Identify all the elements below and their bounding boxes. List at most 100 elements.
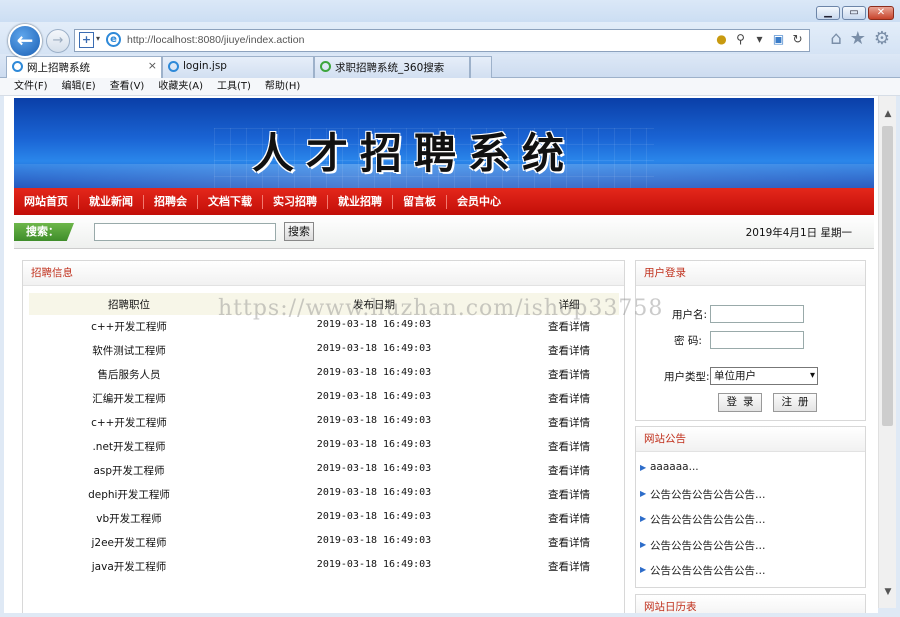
view-details-link[interactable]: 查看详情 (509, 463, 629, 478)
job-position[interactable]: java开发工程师 (29, 559, 229, 574)
nav-internship[interactable]: 实习招聘 (263, 194, 328, 209)
page-scrollbar[interactable]: ▲ ▼ (878, 96, 896, 608)
notice-text[interactable]: 公告公告公告公告公告… (650, 540, 766, 552)
view-details-link[interactable]: 查看详情 (509, 487, 629, 502)
search-input[interactable] (94, 223, 276, 241)
job-date: 2019-03-18 16:49:03 (316, 487, 432, 498)
list-item[interactable]: ▶ 公告公告公告公告公告… (640, 512, 862, 538)
dropdown-icon[interactable]: ▾ (752, 32, 767, 46)
notice-text[interactable]: 公告公告公告公告公告… (650, 489, 766, 501)
image-icon[interactable]: ▣ (771, 32, 786, 46)
compatibility-icon[interactable]: + (79, 32, 94, 48)
tab-recruitment-system[interactable]: 网上招聘系统 × (6, 56, 162, 78)
list-item[interactable]: ▶ 公告公告公告公告公告… (640, 487, 862, 513)
scroll-up-arrow-icon[interactable]: ▲ (879, 106, 897, 122)
forward-button[interactable]: → (46, 29, 70, 53)
notice-text[interactable]: 公告公告公告公告公告… (650, 565, 766, 577)
table-row: 软件测试工程师 2019-03-18 16:49:03 查看详情 (29, 339, 619, 363)
view-details-link[interactable]: 查看详情 (509, 319, 629, 334)
job-position[interactable]: .net开发工程师 (29, 439, 229, 454)
list-item[interactable]: ▶ 公告公告公告公告公告… (640, 563, 862, 589)
back-button[interactable]: ← (8, 24, 42, 58)
search-icon[interactable]: ⚲ (733, 32, 748, 46)
nav-member-center[interactable]: 会员中心 (447, 195, 511, 209)
new-tab-button[interactable] (470, 56, 492, 78)
notice-text[interactable]: aaaaaa... (650, 461, 699, 473)
ie-tab-icon (12, 61, 23, 72)
view-details-link[interactable]: 查看详情 (509, 439, 629, 454)
site-nav: 网站首页 就业新闻 招聘会 文档下载 实习招聘 就业招聘 留言板 会员中心 (14, 188, 874, 215)
close-icon[interactable]: × (148, 59, 157, 72)
job-date: 2019-03-18 16:49:03 (316, 463, 432, 474)
home-icon[interactable]: ⌂ (830, 28, 841, 49)
usertype-value: 单位用户 (714, 370, 756, 382)
list-item[interactable]: ▶ aaaaaa... (640, 461, 862, 487)
compat-view-icon[interactable]: ● (714, 32, 729, 46)
jobs-panel-title: 招聘信息 (23, 261, 624, 286)
job-position[interactable]: 汇编开发工程师 (29, 391, 229, 406)
job-position[interactable]: 售后服务人员 (29, 367, 229, 382)
favorites-star-icon[interactable]: ★ (850, 28, 866, 49)
usertype-select[interactable]: 单位用户 ▾ (710, 367, 818, 385)
bullet-arrow-icon: ▶ (640, 565, 647, 574)
view-details-link[interactable]: 查看详情 (509, 535, 629, 550)
notice-text[interactable]: 公告公告公告公告公告… (650, 514, 766, 526)
tab-360-search[interactable]: 求职招聘系统_360搜索 (314, 56, 470, 78)
menu-edit[interactable]: 编辑(E) (62, 78, 96, 95)
maximize-button[interactable]: ▭ (842, 6, 866, 20)
tab-login-jsp[interactable]: login.jsp (162, 56, 314, 78)
address-bar[interactable]: + ▾ e http://localhost:8080/jiuye/index.… (74, 29, 810, 52)
chevron-down-icon[interactable]: ▾ (96, 34, 100, 43)
bullet-arrow-icon: ▶ (640, 514, 647, 523)
menu-view[interactable]: 查看(V) (110, 78, 145, 95)
calendar-panel-title: 网站日历表 (636, 595, 865, 613)
minimize-button[interactable]: ▁ (816, 6, 840, 20)
view-details-link[interactable]: 查看详情 (509, 391, 629, 406)
job-position[interactable]: asp开发工程师 (29, 463, 229, 478)
close-window-button[interactable]: ✕ (868, 6, 894, 20)
table-row: dephi开发工程师 2019-03-18 16:49:03 查看详情 (29, 483, 619, 507)
calendar-panel: 网站日历表 (635, 594, 866, 613)
job-position[interactable]: c++开发工程师 (29, 415, 229, 430)
username-input[interactable] (710, 305, 804, 323)
view-details-link[interactable]: 查看详情 (509, 343, 629, 358)
nav-downloads[interactable]: 文档下载 (198, 194, 263, 209)
bullet-arrow-icon: ▶ (640, 488, 647, 498)
job-date: 2019-03-18 16:49:03 (316, 367, 432, 378)
menu-help[interactable]: 帮助(H) (265, 78, 300, 95)
menu-tools[interactable]: 工具(T) (217, 78, 251, 95)
table-row: j2ee开发工程师 2019-03-18 16:49:03 查看详情 (29, 531, 619, 555)
job-position[interactable]: c++开发工程师 (29, 319, 229, 334)
nav-guestbook[interactable]: 留言板 (393, 194, 447, 209)
page-viewport: 人才招聘系统 网站首页 就业新闻 招聘会 文档下载 实习招聘 就业招聘 留言板 … (4, 96, 878, 613)
register-button[interactable]: 注册 (773, 393, 817, 412)
menu-file[interactable]: 文件(F) (14, 78, 48, 95)
job-position[interactable]: dephi开发工程师 (29, 487, 229, 502)
view-details-link[interactable]: 查看详情 (509, 559, 629, 574)
scroll-down-arrow-icon[interactable]: ▼ (879, 584, 897, 600)
nav-employment[interactable]: 就业招聘 (328, 194, 393, 209)
address-text[interactable]: http://localhost:8080/jiuye/index.action (127, 34, 304, 46)
view-details-link[interactable]: 查看详情 (509, 511, 629, 526)
job-position[interactable]: j2ee开发工程师 (29, 535, 229, 550)
view-details-link[interactable]: 查看详情 (509, 415, 629, 430)
list-item[interactable]: ▶ 公告公告公告公告公告… (640, 538, 862, 564)
nav-news[interactable]: 就业新闻 (79, 194, 144, 209)
settings-gear-icon[interactable]: ⚙ (874, 28, 890, 49)
login-button[interactable]: 登录 (718, 393, 762, 412)
menu-favorites[interactable]: 收藏夹(A) (158, 78, 203, 95)
scroll-thumb[interactable] (882, 126, 893, 426)
nav-job-fair[interactable]: 招聘会 (144, 194, 198, 209)
job-position[interactable]: vb开发工程师 (29, 511, 229, 526)
password-input[interactable] (710, 331, 804, 349)
table-row: java开发工程师 2019-03-18 16:49:03 查看详情 (29, 555, 619, 579)
ie-tab-icon (168, 61, 179, 72)
nav-home[interactable]: 网站首页 (14, 194, 79, 209)
refresh-icon[interactable]: ↻ (790, 32, 805, 46)
tab-label: 求职招聘系统_360搜索 (335, 62, 445, 74)
search-button[interactable]: 搜索 (284, 222, 314, 241)
notice-panel-title: 网站公告 (636, 427, 865, 452)
job-position[interactable]: 软件测试工程师 (29, 343, 229, 358)
view-details-link[interactable]: 查看详情 (509, 367, 629, 382)
job-date: 2019-03-18 16:49:03 (316, 511, 432, 522)
